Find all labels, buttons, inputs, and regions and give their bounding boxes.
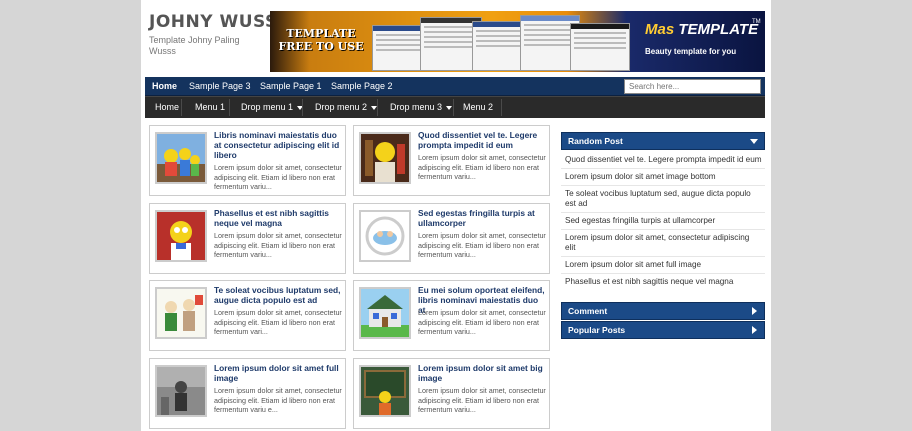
post-card: Lorem ipsum dolor sit amet big image Lor…: [353, 358, 550, 429]
comment-header[interactable]: Comment: [561, 302, 765, 320]
post-snippet: Lorem ipsum dolor sit amet, consectetur …: [214, 231, 342, 259]
menu-home[interactable]: Home: [155, 97, 179, 118]
menu-separator: [302, 99, 303, 116]
post-title[interactable]: Phasellus et est nibh sagittis neque vel…: [214, 208, 342, 228]
post-thumbnail[interactable]: [359, 132, 411, 184]
header: JOHNY WUSSS Template Johny Paling Wusss …: [141, 0, 771, 76]
chevron-right-icon: [752, 326, 757, 334]
random-post-item[interactable]: Lorem ipsum dolor sit amet image bottom: [561, 169, 765, 186]
blog-title[interactable]: JOHNY WUSSS: [149, 12, 290, 32]
post-snippet: Lorem ipsum dolor sit amet, consectetur …: [214, 386, 342, 414]
menu-drop-menu-3[interactable]: Drop menu 3: [390, 97, 453, 118]
post-thumbnail[interactable]: [155, 365, 207, 417]
post-card: Libris nominavi maiestatis duo at consec…: [149, 125, 346, 196]
post-snippet: Lorem ipsum dolor sit amet, consectetur …: [418, 386, 546, 414]
post-card: Sed egestas fringilla turpis at ullamcor…: [353, 203, 550, 274]
post-title[interactable]: Te soleat vocibus luptatum sed, augue di…: [214, 285, 342, 305]
menu-drop-menu-1[interactable]: Drop menu 1: [241, 97, 304, 118]
post-card: Phasellus et est nibh sagittis neque vel…: [149, 203, 346, 274]
menu-separator: [229, 99, 230, 116]
banner-tm: TM: [752, 19, 761, 25]
post-card: Eu mei solum oporteat eleifend, libris n…: [353, 280, 550, 351]
random-post-item[interactable]: Lorem ipsum dolor sit amet, consectetur …: [561, 230, 765, 257]
random-post-list: Quod dissentiet vel te. Legere prompta i…: [561, 152, 765, 290]
caret-down-icon: [446, 105, 453, 110]
banner-logo-mas: Mas: [645, 21, 675, 38]
post-snippet: Lorem ipsum dolor sit amet, consectetur …: [418, 153, 546, 181]
random-post-item[interactable]: Phasellus et est nibh sagittis neque vel…: [561, 274, 765, 290]
search-input[interactable]: [624, 79, 761, 94]
post-thumbnail[interactable]: [155, 132, 207, 184]
banner-screenshots: [372, 15, 632, 72]
post-thumbnail[interactable]: [155, 210, 207, 262]
nav-sample-page-2[interactable]: Sample Page 2: [331, 77, 393, 96]
random-post-header[interactable]: Random Post: [561, 132, 765, 150]
menu-drop-menu-3-label: Drop menu 3: [390, 102, 443, 112]
popular-posts-title: Popular Posts: [568, 325, 626, 335]
post-title[interactable]: Quod dissentiet vel te. Legere prompta i…: [418, 130, 546, 150]
post-card: Quod dissentiet vel te. Legere prompta i…: [353, 125, 550, 196]
menu-separator: [377, 99, 378, 116]
post-thumbnail[interactable]: [155, 287, 207, 339]
chevron-down-icon: [750, 139, 758, 144]
banner-screenshot: [570, 23, 630, 71]
post-card: Lorem ipsum dolor sit amet full image Lo…: [149, 358, 346, 429]
menu-drop-menu-2-label: Drop menu 2: [315, 102, 368, 112]
banner-logo-template: TEMPLATE: [678, 21, 759, 38]
random-post-title: Random Post: [568, 136, 623, 146]
post-thumbnail[interactable]: [359, 287, 411, 339]
menu-menu-1[interactable]: Menu 1: [195, 97, 225, 118]
random-post-item[interactable]: Te soleat vocibus luptatum sed, augue di…: [561, 186, 765, 213]
post-snippet: Lorem ipsum dolor sit amet, consectetur …: [418, 308, 546, 336]
random-post-item[interactable]: Quod dissentiet vel te. Legere prompta i…: [561, 152, 765, 169]
menu-separator: [453, 99, 454, 116]
comment-title: Comment: [568, 306, 608, 316]
banner-left-text: TEMPLATE FREE TO USE: [278, 27, 364, 53]
menu-bar: Home Menu 1 Drop menu 1 Drop menu 2 Drop…: [145, 96, 765, 118]
post-title[interactable]: Libris nominavi maiestatis duo at consec…: [214, 130, 342, 160]
post-title[interactable]: Lorem ipsum dolor sit amet big image: [418, 363, 546, 383]
popular-posts-header[interactable]: Popular Posts: [561, 321, 765, 339]
menu-drop-menu-1-label: Drop menu 1: [241, 102, 294, 112]
menu-separator: [501, 99, 502, 116]
chevron-right-icon: [752, 307, 757, 315]
menu-separator: [181, 99, 182, 116]
random-post-item[interactable]: Sed egestas fringilla turpis at ullamcor…: [561, 213, 765, 230]
post-title[interactable]: Lorem ipsum dolor sit amet full image: [214, 363, 342, 383]
header-banner[interactable]: TEMPLATE FREE TO USE Mas TEMPLATE TM Bea…: [270, 11, 765, 72]
random-post-item[interactable]: Lorem ipsum dolor sit amet full image: [561, 257, 765, 274]
post-snippet: Lorem ipsum dolor sit amet, consectetur …: [214, 163, 342, 191]
nav-sample-page-3[interactable]: Sample Page 3: [189, 77, 251, 96]
post-thumbnail[interactable]: [359, 365, 411, 417]
top-navigation: Home Sample Page 3 Sample Page 1 Sample …: [145, 77, 765, 96]
nav-home[interactable]: Home: [152, 77, 177, 96]
banner-logo: Mas TEMPLATE: [645, 21, 758, 38]
menu-menu-2[interactable]: Menu 2: [463, 97, 493, 118]
banner-tagline: Beauty template for you: [645, 47, 737, 56]
post-snippet: Lorem ipsum dolor sit amet, consectetur …: [418, 231, 546, 259]
page: JOHNY WUSSS Template Johny Paling Wusss …: [141, 0, 771, 431]
nav-sample-page-1[interactable]: Sample Page 1: [260, 77, 322, 96]
post-card: Te soleat vocibus luptatum sed, augue di…: [149, 280, 346, 351]
menu-drop-menu-2[interactable]: Drop menu 2: [315, 97, 378, 118]
blog-description: Template Johny Paling Wusss: [149, 35, 240, 56]
post-thumbnail[interactable]: [359, 210, 411, 262]
post-snippet: Lorem ipsum dolor sit amet, consectetur …: [214, 308, 342, 336]
post-title[interactable]: Sed egestas fringilla turpis at ullamcor…: [418, 208, 546, 228]
